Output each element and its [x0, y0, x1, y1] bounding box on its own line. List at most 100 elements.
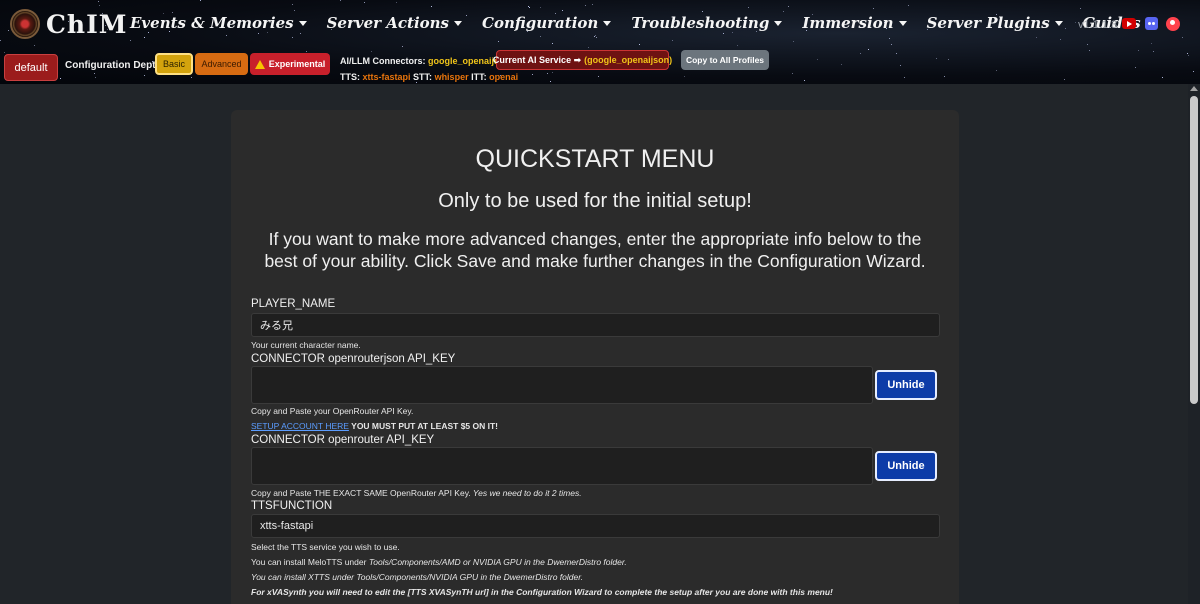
current-ai-service-button[interactable]: Current AI Service ➡ (google_openaijson)	[493, 50, 672, 70]
star-dot	[936, 58, 937, 59]
star-dot	[996, 70, 997, 71]
star-dot	[594, 36, 595, 37]
config-depth-label: Configuration Depth	[65, 60, 162, 71]
star-dot	[891, 44, 892, 45]
star-dot	[552, 43, 553, 44]
unhide-openrouter-button[interactable]: Unhide	[875, 451, 937, 481]
depth-advanced-button[interactable]: Advanced	[195, 53, 248, 75]
player-name-label: PLAYER_NAME	[251, 298, 336, 310]
star-dot	[498, 41, 499, 42]
depth-experimental-button[interactable]: Experimental	[250, 53, 330, 75]
services-status: TTS: xtts-fastapi STT: whisper ITT: open…	[340, 72, 519, 82]
patreon-icon[interactable]	[1166, 17, 1180, 31]
top-header: ChIM Events & Memories Server Actions Co…	[0, 0, 1200, 84]
star-dot	[0, 40, 1, 41]
star-dot	[1087, 44, 1088, 45]
star-dot	[889, 38, 890, 39]
star-dot	[1151, 43, 1152, 44]
nav-troubleshooting[interactable]: Troubleshooting	[631, 14, 783, 32]
star-dot	[1193, 71, 1194, 72]
openrouter-key-input[interactable]	[251, 447, 873, 485]
star-dot	[748, 7, 749, 8]
star-dot	[737, 45, 738, 46]
player-name-help: Your current character name.	[251, 340, 361, 350]
ttsfunction-label: TTSFUNCTION	[251, 500, 333, 512]
star-dot	[226, 35, 227, 36]
unhide-openrouterjson-button[interactable]: Unhide	[875, 370, 937, 400]
connectors-status: AI/LLM Connectors: google_openaijson |	[340, 56, 516, 66]
star-dot	[258, 33, 259, 34]
star-dot	[98, 1, 99, 2]
star-dot	[793, 41, 794, 42]
nav-server-plugins[interactable]: Server Plugins	[927, 14, 1063, 32]
star-dot	[792, 73, 793, 74]
star-dot	[783, 11, 784, 12]
star-dot	[873, 8, 874, 9]
star-dot	[1187, 53, 1188, 54]
logo-text: ChIM	[46, 9, 128, 39]
star-dot	[1138, 50, 1139, 51]
star-dot	[364, 2, 365, 3]
star-dot	[94, 73, 95, 74]
star-dot	[1135, 67, 1136, 68]
star-dot	[294, 10, 295, 11]
star-dot	[1188, 55, 1189, 56]
logo-emblem-icon	[10, 9, 40, 39]
star-dot	[1060, 39, 1061, 40]
openrouterjson-key-input[interactable]	[251, 366, 873, 404]
nav-configuration[interactable]: Configuration	[482, 14, 612, 32]
xvasynth-help: For xVASynth you will need to edit the […	[251, 587, 833, 597]
xtts-help: You can install XTTS under Tools/Compone…	[251, 572, 584, 582]
star-dot	[416, 82, 417, 83]
nav-events-memories[interactable]: Events & Memories	[130, 14, 307, 32]
star-dot	[532, 74, 533, 75]
star-dot	[8, 30, 9, 31]
star-dot	[402, 46, 403, 47]
star-dot	[672, 40, 673, 41]
youtube-icon[interactable]	[1122, 18, 1136, 29]
star-dot	[588, 47, 589, 48]
star-dot	[1153, 51, 1154, 52]
profile-button[interactable]: default	[4, 54, 58, 81]
player-name-input[interactable]: みる兄	[251, 313, 940, 337]
nav-server-actions[interactable]: Server Actions	[327, 14, 462, 32]
setup-account-line: SETUP ACCOUNT HERE YOU MUST PUT AT LEAST…	[251, 421, 498, 431]
star-dot	[431, 6, 432, 7]
chevron-down-icon	[898, 20, 907, 26]
star-dot	[550, 81, 551, 82]
star-dot	[529, 7, 530, 8]
star-dot	[267, 32, 268, 33]
star-dot	[540, 7, 541, 8]
star-dot	[292, 4, 293, 5]
star-dot	[908, 5, 909, 6]
chevron-down-icon	[454, 20, 462, 26]
chevron-down-icon	[298, 20, 307, 26]
scroll-thumb[interactable]	[1190, 96, 1198, 404]
star-dot	[900, 65, 901, 66]
nav-immersion[interactable]: Immersion	[802, 14, 907, 32]
star-dot	[130, 40, 131, 41]
copy-to-all-profiles-button[interactable]: Copy to All Profiles	[681, 50, 769, 70]
star-dot	[585, 5, 586, 6]
star-dot	[1036, 37, 1037, 38]
discord-icon[interactable]	[1145, 17, 1158, 30]
star-dot	[95, 77, 96, 78]
star-dot	[1162, 77, 1163, 78]
scroll-up-icon[interactable]	[1190, 86, 1198, 91]
star-dot	[860, 53, 861, 54]
setup-account-link[interactable]: SETUP ACCOUNT HERE	[251, 421, 349, 431]
star-dot	[788, 6, 789, 7]
star-dot	[1064, 79, 1065, 80]
ttsfunction-select[interactable]: xtts-fastapi	[251, 514, 940, 538]
app-logo[interactable]: ChIM	[10, 8, 127, 40]
star-dot	[598, 76, 599, 77]
star-dot	[1080, 8, 1081, 9]
star-dot	[144, 37, 145, 38]
depth-basic-button[interactable]: Basic	[155, 53, 193, 75]
star-dot	[552, 72, 553, 73]
star-dot	[1182, 37, 1183, 38]
star-dot	[639, 44, 640, 45]
star-dot	[732, 32, 733, 33]
star-dot	[528, 6, 529, 7]
star-dot	[562, 10, 563, 11]
